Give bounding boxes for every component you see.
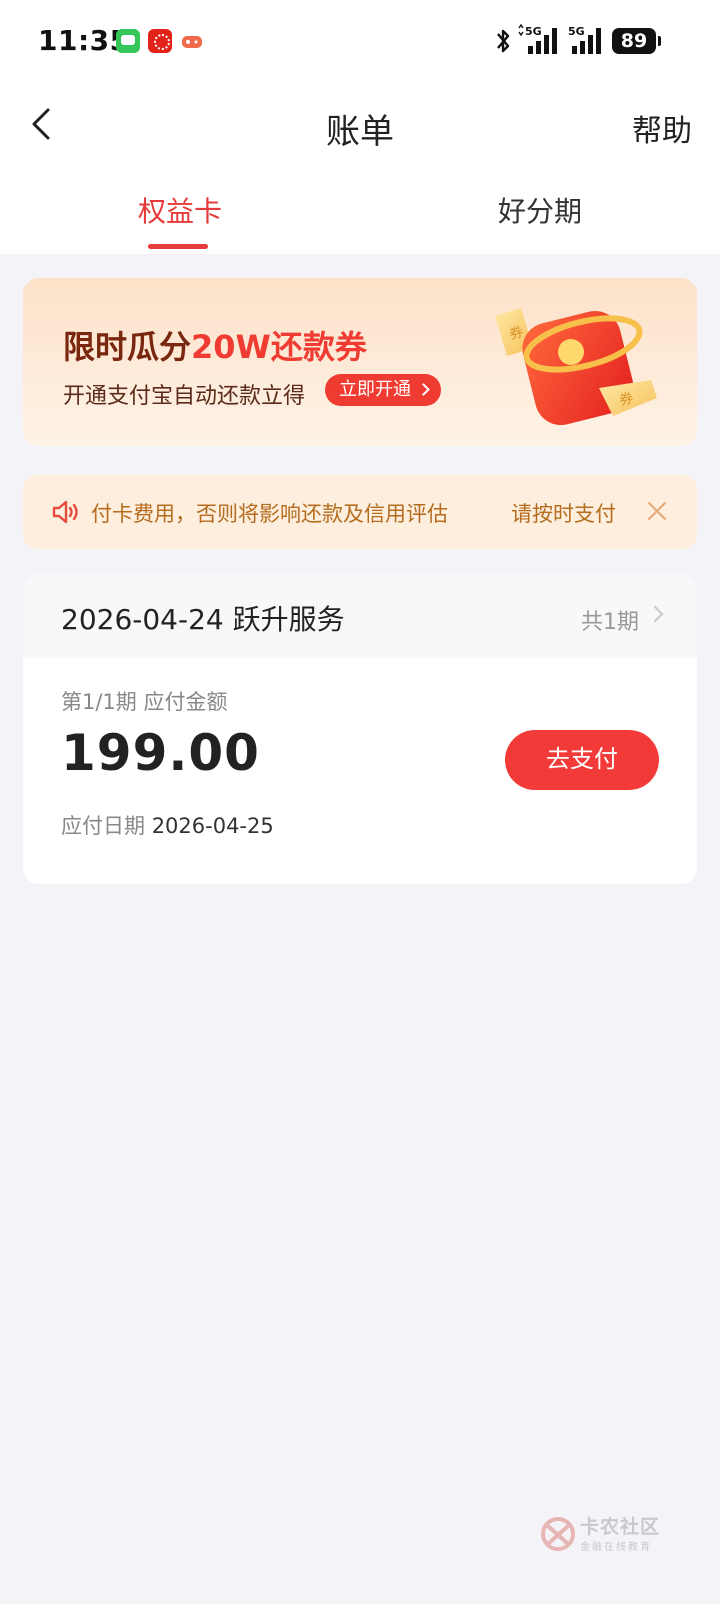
svg-text:5G: 5G bbox=[525, 25, 542, 38]
pay-button[interactable]: 去支付 bbox=[505, 730, 659, 790]
bill-header[interactable]: 2026-04-24 跃升服务 共1期 bbox=[23, 574, 697, 658]
watermark-title: 卡农社区 bbox=[580, 1516, 661, 1538]
bluetooth-icon bbox=[497, 29, 510, 53]
promo-title: 限时瓜分20W还款券 bbox=[63, 322, 367, 368]
watermark-logo-icon bbox=[541, 1517, 575, 1551]
chevron-right-icon bbox=[646, 605, 664, 623]
promo-subtitle: 开通支付宝自动还款立得 bbox=[63, 384, 306, 409]
bill-period-count: 共1期 bbox=[581, 610, 639, 635]
notice-marquee: 付卡费用，否则将影响还款及信用评估 请按时支付 bbox=[91, 475, 651, 549]
tab-benefit-card[interactable]: 权益卡 bbox=[0, 190, 360, 230]
speaker-icon bbox=[52, 500, 78, 524]
page-title: 账单 bbox=[326, 112, 394, 152]
watermark: 卡农社区 金融在线教育 bbox=[540, 1512, 680, 1556]
battery-indicator: 89 bbox=[612, 28, 661, 54]
notice-bar: 付卡费用，否则将影响还款及信用评估 请按时支付 bbox=[23, 475, 697, 549]
close-icon[interactable] bbox=[645, 499, 669, 523]
tab-label: 权益卡 bbox=[137, 195, 222, 228]
svg-text:券: 券 bbox=[618, 391, 635, 409]
open-now-button[interactable]: 立即开通 bbox=[325, 374, 441, 406]
due-date-value: 2026-04-25 bbox=[151, 814, 274, 838]
shopping-app-icon bbox=[148, 29, 172, 53]
bill-due-date: 应付日期 2026-04-25 bbox=[61, 810, 274, 840]
notice-text: 付卡费用，否则将影响还款及信用评估 请按时支付 bbox=[91, 502, 616, 526]
promo-title-prefix: 限时瓜分 bbox=[63, 328, 192, 366]
due-label: 应付日期 bbox=[61, 814, 145, 838]
signal-icon-secondary: 5G bbox=[568, 25, 601, 54]
signal-icon: 5G bbox=[518, 24, 557, 54]
active-tab-indicator bbox=[148, 244, 208, 249]
help-link[interactable]: 帮助 bbox=[632, 106, 692, 150]
messages-app-icon bbox=[116, 29, 140, 53]
bill-amount: 199.00 bbox=[61, 724, 260, 782]
svg-text:5G: 5G bbox=[568, 25, 585, 38]
red-envelope-illustration: 券 券 bbox=[495, 308, 657, 426]
status-bar: 11:35 5G 5G 89 bbox=[0, 0, 720, 84]
bill-period-label: 第1/1期 应付金额 bbox=[61, 690, 228, 714]
bill-title: 2026-04-24 跃升服务 bbox=[61, 603, 345, 636]
game-app-icon bbox=[182, 36, 202, 48]
promo-title-highlight: 20W还款券 bbox=[191, 328, 367, 366]
watermark-subtitle: 金融在线教育 bbox=[580, 1542, 652, 1553]
bill-card: 2026-04-24 跃升服务 共1期 第1/1期 应付金额 199.00 应付… bbox=[23, 574, 697, 884]
tab-label: 好分期 bbox=[497, 195, 582, 228]
promo-banner[interactable]: 限时瓜分20W还款券 开通支付宝自动还款立得 立即开通 券 券 bbox=[23, 278, 697, 446]
tab-installment[interactable]: 好分期 bbox=[360, 190, 720, 230]
